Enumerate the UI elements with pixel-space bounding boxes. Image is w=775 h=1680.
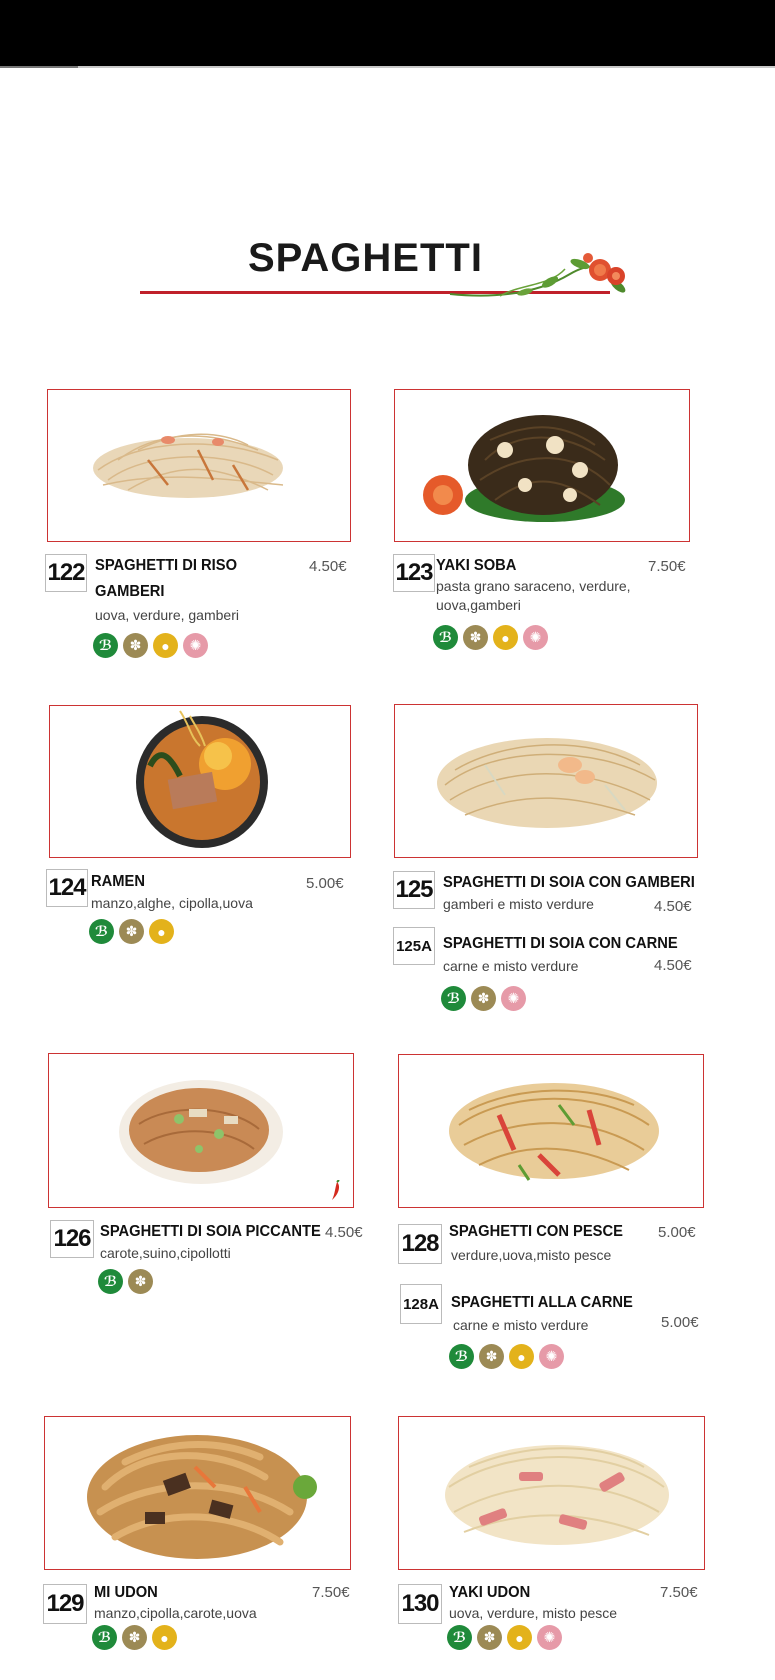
dish-photo-122 <box>47 389 351 542</box>
wheat-icon: ✽ <box>463 625 488 650</box>
item-desc-123: pasta grano saraceno, verdure, <box>436 578 631 594</box>
roses-decoration-icon <box>449 253 626 297</box>
item-name-126: SPAGHETTI DI SOIA PICCANTE <box>100 1223 321 1240</box>
item-price-128A: 5.00€ <box>661 1314 699 1331</box>
item-number-125A: 125A <box>393 927 435 965</box>
crab-icon: ✺ <box>523 625 548 650</box>
top-divider <box>0 66 775 68</box>
crab-icon: ✺ <box>183 633 208 658</box>
egg-icon: ● <box>493 625 518 650</box>
item-number-129: 129 <box>43 1584 87 1624</box>
egg-icon: ● <box>507 1625 532 1650</box>
allergen-icons-126: ℬ ✽ <box>98 1269 153 1294</box>
egg-icon: ● <box>149 919 174 944</box>
dish-photo-125 <box>394 704 698 858</box>
gluten-free-icon: ℬ <box>449 1344 474 1369</box>
gluten-free-icon: ℬ <box>93 633 118 658</box>
item-desc-123-line2: uova,gamberi <box>436 597 521 613</box>
item-name-124: RAMEN <box>91 873 145 890</box>
item-price-128: 5.00€ <box>658 1224 696 1241</box>
item-desc-124: manzo,alghe, cipolla,uova <box>91 895 253 911</box>
item-name-130: YAKI UDON <box>449 1584 531 1601</box>
wheat-icon: ✽ <box>123 633 148 658</box>
item-desc-130: uova, verdure, misto pesce <box>449 1605 618 1621</box>
wheat-icon: ✽ <box>119 919 144 944</box>
item-number-126: 126 <box>50 1220 94 1258</box>
gluten-free-icon: ℬ <box>433 625 458 650</box>
item-desc-125: gamberi e misto verdure <box>443 896 594 912</box>
dish-photo-123 <box>394 389 690 542</box>
item-number-124: 124 <box>46 869 88 907</box>
dish-photo-128 <box>398 1054 704 1208</box>
wheat-icon: ✽ <box>477 1625 502 1650</box>
crab-icon: ✺ <box>537 1625 562 1650</box>
item-number-128A: 128A <box>400 1284 442 1324</box>
egg-icon: ● <box>153 633 178 658</box>
gluten-free-icon: ℬ <box>98 1269 123 1294</box>
spicy-chili-icon <box>332 1180 340 1200</box>
item-name-125: SPAGHETTI DI SOIA CON GAMBERI <box>443 874 695 891</box>
item-name-123: YAKI SOBA <box>436 557 517 574</box>
item-name-122-line2: GAMBERI <box>95 583 165 600</box>
allergen-icons-124: ℬ ✽ ● <box>89 919 174 944</box>
allergen-icons-122: ℬ ✽ ● ✺ <box>93 633 208 658</box>
dish-photo-126 <box>48 1053 354 1208</box>
gluten-free-icon: ℬ <box>92 1625 117 1650</box>
dish-photo-124 <box>49 705 351 858</box>
gluten-free-icon: ℬ <box>89 919 114 944</box>
wheat-icon: ✽ <box>471 986 496 1011</box>
item-price-122: 4.50€ <box>309 558 347 575</box>
item-number-130: 130 <box>398 1584 442 1624</box>
dish-photo-130 <box>398 1416 705 1570</box>
item-price-124: 5.00€ <box>306 875 344 892</box>
allergen-icons-123: ℬ ✽ ● ✺ <box>433 625 548 650</box>
item-number-122: 122 <box>45 554 87 592</box>
wheat-icon: ✽ <box>479 1344 504 1369</box>
top-bar <box>0 0 775 66</box>
wheat-icon: ✽ <box>122 1625 147 1650</box>
item-price-130: 7.50€ <box>660 1584 698 1601</box>
item-price-125: 4.50€ <box>654 898 692 915</box>
allergen-icons-130: ℬ ✽ ● ✺ <box>447 1625 562 1650</box>
item-name-129: MI UDON <box>94 1584 158 1601</box>
allergen-icons-125A: ℬ ✽ ✺ <box>441 986 526 1011</box>
item-price-129: 7.50€ <box>312 1584 350 1601</box>
gluten-free-icon: ℬ <box>447 1625 472 1650</box>
item-desc-126: carote,suino,cipollotti <box>100 1245 231 1261</box>
item-desc-128: verdure,uova,misto pesce <box>451 1247 612 1263</box>
item-name-125A: SPAGHETTI DI SOIA CON CARNE <box>443 935 678 952</box>
allergen-icons-129: ℬ ✽ ● <box>92 1625 177 1650</box>
item-desc-128A: carne e misto verdure <box>453 1317 589 1333</box>
wheat-icon: ✽ <box>128 1269 153 1294</box>
gluten-free-icon: ℬ <box>441 986 466 1011</box>
item-number-125: 125 <box>393 871 435 909</box>
item-number-128: 128 <box>398 1224 442 1264</box>
item-number-123: 123 <box>393 554 435 592</box>
item-price-126: 4.50€ <box>325 1224 363 1241</box>
item-name-128: SPAGHETTI CON PESCE <box>449 1223 623 1240</box>
item-desc-129: manzo,cipolla,carote,uova <box>94 1605 257 1621</box>
egg-icon: ● <box>152 1625 177 1650</box>
crab-icon: ✺ <box>501 986 526 1011</box>
top-progress <box>0 66 78 68</box>
dish-photo-129 <box>44 1416 351 1570</box>
item-desc-122: uova, verdure, gamberi <box>95 607 239 623</box>
item-name-128A: SPAGHETTI ALLA CARNE <box>451 1294 633 1311</box>
item-price-123: 7.50€ <box>648 558 686 575</box>
crab-icon: ✺ <box>539 1344 564 1369</box>
allergen-icons-128A: ℬ ✽ ● ✺ <box>449 1344 564 1369</box>
item-name-122: SPAGHETTI DI RISO <box>95 557 238 574</box>
egg-icon: ● <box>509 1344 534 1369</box>
item-desc-125A: carne e misto verdure <box>443 958 579 974</box>
item-price-125A: 4.50€ <box>654 957 692 974</box>
